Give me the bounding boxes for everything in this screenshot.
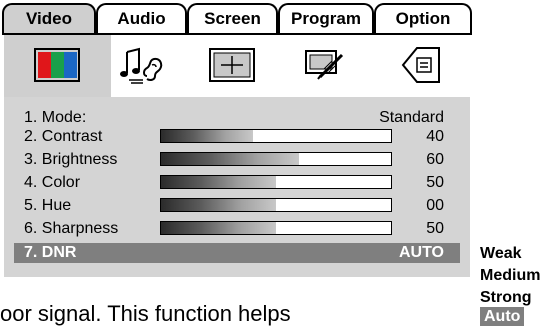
- body-text: oor signal. This function helps: [0, 301, 291, 326]
- hue-value: 00: [426, 197, 444, 214]
- tab-audio[interactable]: Audio: [96, 3, 187, 33]
- color-slider[interactable]: [160, 175, 392, 189]
- brightness-label: 3. Brightness: [24, 151, 118, 168]
- brightness-value: 60: [426, 151, 444, 168]
- sharpness-slider[interactable]: [160, 221, 392, 235]
- menu-item-mode[interactable]: 1. Mode: Standard: [24, 108, 444, 127]
- tab-option[interactable]: Option: [374, 3, 472, 33]
- hue-slider[interactable]: [160, 198, 392, 212]
- contrast-label: 2. Contrast: [24, 128, 103, 145]
- mode-label: 1. Mode:: [24, 109, 87, 126]
- tab-screen[interactable]: Screen: [187, 3, 278, 33]
- music-ear-icon[interactable]: [115, 43, 169, 87]
- menu-item-dnr[interactable]: 7. DNR AUTO: [24, 243, 444, 262]
- menu-item-contrast[interactable]: 2. Contrast 40: [24, 127, 444, 146]
- color-value: 50: [426, 174, 444, 191]
- menu-item-hue[interactable]: 5. Hue 00: [24, 196, 444, 215]
- menu-item-sharpness[interactable]: 6. Sharpness 50: [24, 219, 444, 238]
- sharpness-label: 6. Sharpness: [24, 220, 119, 237]
- sharpness-slider-fill: [161, 222, 276, 234]
- dnr-option-medium[interactable]: Medium: [480, 266, 540, 285]
- brightness-slider[interactable]: [160, 152, 392, 166]
- contrast-slider-fill: [161, 130, 253, 142]
- dnr-option-auto[interactable]: Auto: [480, 307, 525, 326]
- mode-value: Standard: [379, 109, 444, 126]
- hue-label: 5. Hue: [24, 197, 72, 214]
- dnr-value: AUTO: [398, 244, 444, 261]
- contrast-value: 40: [426, 128, 444, 145]
- tab-video[interactable]: Video: [2, 3, 96, 33]
- program-edit-icon[interactable]: [298, 43, 352, 87]
- contrast-slider[interactable]: [160, 129, 392, 143]
- dnr-option-strong[interactable]: Strong: [480, 288, 532, 307]
- menu-item-brightness[interactable]: 3. Brightness 60: [24, 150, 444, 169]
- option-tag-icon[interactable]: [395, 43, 449, 87]
- tab-program[interactable]: Program: [278, 3, 374, 33]
- screen-crosshair-icon[interactable]: [205, 43, 259, 87]
- brightness-slider-fill: [161, 153, 299, 165]
- color-slider-fill: [161, 176, 276, 188]
- menu-item-color[interactable]: 4. Color 50: [24, 173, 444, 192]
- sharpness-value: 50: [426, 220, 444, 237]
- color-bars-icon[interactable]: [30, 43, 84, 87]
- color-label: 4. Color: [24, 174, 81, 191]
- dnr-label: 7. DNR: [24, 244, 77, 261]
- dnr-option-weak[interactable]: Weak: [480, 244, 522, 263]
- hue-slider-fill: [161, 199, 276, 211]
